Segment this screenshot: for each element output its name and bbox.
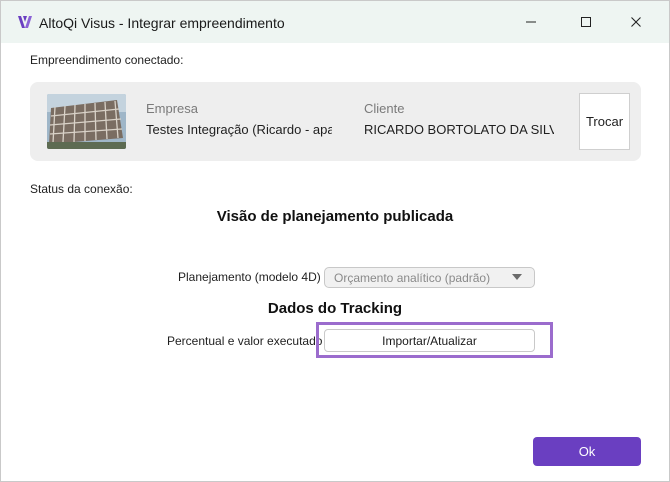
minimize-icon <box>526 21 536 23</box>
title-bar[interactable]: AltoQi Visus - Integrar empreendimento <box>1 1 669 43</box>
client-label: Cliente <box>364 101 405 116</box>
window-title: AltoQi Visus - Integrar empreendimento <box>39 15 285 31</box>
connected-section-label: Empreendimento conectado: <box>30 53 184 67</box>
planning-view-heading: Visão de planejamento publicada <box>216 208 454 225</box>
maximize-button[interactable] <box>563 1 609 43</box>
visus-v-logo-icon <box>18 16 32 28</box>
company-value: Testes Integração (Ricardo - apag <box>146 122 332 137</box>
ok-button[interactable]: Ok <box>533 437 641 466</box>
minimize-button[interactable] <box>508 1 554 43</box>
close-button[interactable] <box>613 1 659 43</box>
chevron-down-icon <box>512 274 522 280</box>
planning-model-label: Planejamento (modelo 4D) <box>178 270 321 284</box>
executed-label: Percentual e valor executado <box>167 334 323 348</box>
maximize-icon <box>581 17 591 27</box>
close-icon <box>631 17 641 27</box>
dialog-window: AltoQi Visus - Integrar empreendimento E… <box>0 0 670 482</box>
project-card: Empresa Testes Integração (Ricardo - apa… <box>30 82 641 161</box>
project-thumbnail <box>47 94 126 149</box>
tracking-heading: Dados do Tracking <box>267 300 403 317</box>
change-project-button[interactable]: Trocar <box>579 93 630 150</box>
planning-model-selected: Orçamento analítico (padrão) <box>334 271 491 285</box>
import-update-button[interactable]: Importar/Atualizar <box>324 329 535 352</box>
company-label: Empresa <box>146 101 199 116</box>
status-section-label: Status da conexão: <box>30 182 133 196</box>
building-photo-icon <box>47 94 126 149</box>
client-value: RICARDO BORTOLATO DA SILVA <box>364 122 554 137</box>
planning-model-select[interactable]: Orçamento analítico (padrão) <box>324 267 535 288</box>
